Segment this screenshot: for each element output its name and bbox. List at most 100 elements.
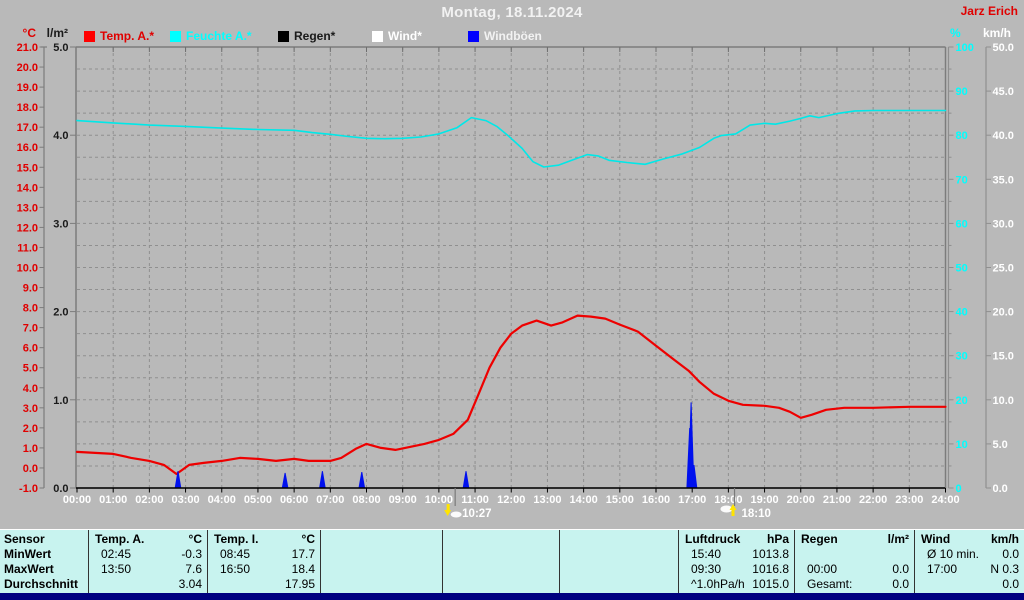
table-row-labels: Sensor MinWert MaxWert Durchschnitt [0,530,88,593]
stats-table: Sensor MinWert MaxWert Durchschnitt Temp. A.… [0,529,1024,593]
table-row: ^1.0hPa/h 1015.0 [679,577,794,592]
table-column-empty [320,530,442,593]
x-axis-label: 16:00 [642,494,670,506]
table-cell-value: 3.04 [178,577,202,591]
table-row: Gesamt: 0.0 [795,577,914,592]
sensor-unit: l/m² [887,532,909,546]
table-row: 16:50 18.4 [208,562,320,577]
temp-axis-label: 12.0 [17,222,38,234]
table-cell-time: 08:45 [220,547,251,561]
table-cell-time [560,547,572,562]
table-row: 09:30 1016.8 [679,562,794,577]
x-axis-label: 22:00 [859,494,887,506]
x-axis-label: 09:00 [389,494,417,506]
humidity-axis-label: 20 [956,395,968,407]
table-column-wind: Wind km/h Ø 10 min. 0.0 17:00 N 0.3 0.0 [914,530,1024,593]
table-cell-time: 13:50 [101,562,132,576]
table-cell-time: 16:50 [220,562,251,576]
table-row: 3.04 [89,577,207,592]
table-cell-value: 0.0 [892,577,909,591]
temp-axis-label: 10.0 [17,263,38,275]
table-cell-value: 7.6 [185,562,202,576]
wind-axis-label: 20.0 [993,307,1014,319]
table-cell-time: 17:00 [927,562,958,576]
table-cell-value: 17.95 [284,577,315,591]
sensor-name [560,532,566,547]
sensor-unit: °C [301,532,315,546]
x-axis-label: 20:00 [787,494,815,506]
table-row [443,547,559,562]
table-cell-time: 15:40 [691,547,722,561]
table-row [443,577,559,592]
temp-axis-label: 18.0 [17,102,38,114]
x-axis-label: 08:00 [352,494,380,506]
sensor-unit: °C [188,532,202,546]
table-column-header [443,532,559,547]
table-cell-value: N 0.3 [990,562,1019,576]
table-row [560,577,678,592]
humidity-axis-label: 80 [956,130,968,142]
sun-marker-down-icon [446,504,450,510]
temp-axis-label: 0.0 [23,463,38,475]
x-axis-label: 12:00 [497,494,525,506]
table-column-header [560,532,678,547]
temp-axis-label: 19.0 [17,82,38,94]
table-row [321,562,442,577]
table-cell-time: ^1.0hPa/h [691,577,745,591]
table-cell-time: 02:45 [101,547,132,561]
humidity-axis-label: 60 [956,218,968,230]
series-spike-windb-en [358,472,366,489]
table-column-temp-a: Temp. A. °C 02:45 -0.3 13:50 7.6 3.04 [88,530,207,593]
table-row [443,562,559,577]
temp-axis-label: 16.0 [17,142,38,154]
table-cell-time [443,577,455,592]
humidity-axis-label: 40 [956,307,968,319]
x-axis-label: 23:00 [895,494,923,506]
sensor-unit: km/h [990,532,1019,546]
sun-marker-time: 18:10 [742,508,771,520]
table-row [321,547,442,562]
humidity-axis-label: 70 [956,174,968,186]
rain-axis-label: 1.0 [53,395,68,407]
temp-axis-label: 6.0 [23,343,38,355]
table-row: 00:00 0.0 [795,562,914,577]
sun-marker-down-icon [444,510,452,516]
table-row: 0.0 [915,577,1024,592]
table-cell-value: 0.0 [1002,547,1019,561]
table-cell-time: Gesamt: [807,577,853,591]
table-row: 17.95 [208,577,320,592]
table-column-empty [559,530,678,593]
sun-marker-time: 10:27 [462,508,491,520]
wind-axis-label: 35.0 [993,174,1014,186]
x-axis-label: 15:00 [606,494,634,506]
wind-axis-label: 0.0 [993,483,1008,495]
table-column-header: Regen l/m² [795,532,914,547]
table-cell-time [321,547,333,562]
table-cell-value: 1016.8 [752,562,789,576]
temp-axis-label: 15.0 [17,162,38,174]
x-axis-label: 17:00 [678,494,706,506]
series-spike-windb-en [462,471,470,489]
table-cell-time [443,562,455,577]
x-axis-label: 05:00 [244,494,272,506]
table-column-header: Wind km/h [915,532,1024,547]
wind-axis-label: 25.0 [993,263,1014,275]
table-column-header: Luftdruck hPa [679,532,794,547]
x-axis-label: 01:00 [99,494,127,506]
sensor-name [321,532,327,547]
x-axis-label: 21:00 [823,494,851,506]
temp-axis-label: 20.0 [17,62,38,74]
table-row [560,547,678,562]
sensor-unit: hPa [766,532,789,546]
table-cell-value: 1013.8 [752,547,789,561]
x-axis-label: 13:00 [533,494,561,506]
wind-axis-label: 5.0 [993,439,1008,451]
table-column-luftdruck: Luftdruck hPa 15:40 1013.8 09:30 1016.8 ^1.0hP… [678,530,794,593]
table-cell-time [560,577,572,592]
humidity-axis-label: 50 [956,263,968,275]
table-row: 13:50 7.6 [89,562,207,577]
humidity-axis-label: 30 [956,351,968,363]
table-cell-value: 1015.0 [752,577,789,591]
x-axis-label: 04:00 [208,494,236,506]
temp-axis-label: 11.0 [17,242,38,254]
